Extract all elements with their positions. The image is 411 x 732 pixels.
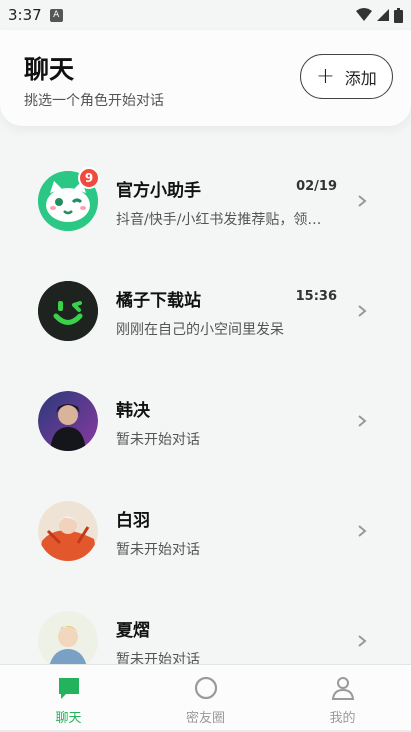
page-subtitle: 挑选一个角色开始对话 xyxy=(24,93,164,109)
chat-list: 9 官方小助手 02/19 抖音/快手/小红书发推荐贴，领… 橘子下载站 15:… xyxy=(0,146,411,664)
person-icon xyxy=(331,677,354,700)
smiley-logo-avatar xyxy=(38,281,98,341)
add-button[interactable]: + 添加 xyxy=(300,54,393,99)
chat-item-assistant[interactable]: 9 官方小助手 02/19 抖音/快手/小红书发推荐贴，领… xyxy=(0,146,411,256)
tab-me[interactable]: 我的 xyxy=(274,665,411,732)
status-time: 3:37 xyxy=(8,6,42,24)
chevron-right-icon xyxy=(358,415,367,427)
wifi-icon xyxy=(356,8,372,21)
add-button-label: 添加 xyxy=(344,68,377,88)
battery-icon xyxy=(394,7,403,23)
page-header: 聊天 挑选一个角色开始对话 + 添加 xyxy=(0,30,411,126)
chat-preview: 抖音/快手/小红书发推荐贴，领… xyxy=(116,212,322,228)
tab-label: 聊天 xyxy=(55,711,82,726)
chat-name: 夏熠 xyxy=(116,621,150,641)
character-avatar xyxy=(38,611,98,664)
notification-icon: A xyxy=(49,8,63,22)
chevron-right-icon xyxy=(358,635,367,647)
chevron-right-icon xyxy=(358,195,367,207)
status-icons xyxy=(356,7,403,23)
chevron-right-icon xyxy=(358,525,367,537)
character-avatar xyxy=(38,501,98,561)
chat-name: 橘子下载站 xyxy=(116,291,201,311)
chat-name: 韩决 xyxy=(116,401,150,421)
chat-preview: 暂未开始对话 xyxy=(116,542,200,558)
signal-icon xyxy=(377,9,389,21)
chat-item-juzi[interactable]: 橘子下载站 15:36 刚刚在自己的小空间里发呆 xyxy=(0,256,411,366)
chat-name: 官方小助手 xyxy=(116,181,201,201)
chat-date: 02/19 xyxy=(296,179,337,194)
status-bar: 3:37 A xyxy=(0,0,411,30)
bottom-tab-bar: 聊天 密友圈 我的 xyxy=(0,664,411,732)
chat-preview: 暂未开始对话 xyxy=(116,432,200,448)
plus-icon: + xyxy=(316,63,335,89)
tab-friends-circle[interactable]: 密友圈 xyxy=(137,665,274,732)
chat-bubble-icon xyxy=(58,678,79,699)
page-title: 聊天 xyxy=(24,55,75,84)
circle-icon xyxy=(194,676,217,700)
tab-label: 密友圈 xyxy=(185,711,225,726)
chat-item-xiayi[interactable]: 夏熠 暂未开始对话 xyxy=(0,586,411,664)
chat-name: 白羽 xyxy=(116,511,150,531)
chevron-right-icon xyxy=(358,305,367,317)
chat-item-baiyu[interactable]: 白羽 暂未开始对话 xyxy=(0,476,411,586)
unread-badge: 9 xyxy=(78,167,100,189)
chat-preview: 刚刚在自己的小空间里发呆 xyxy=(116,322,284,338)
tab-chat[interactable]: 聊天 xyxy=(0,665,137,732)
character-avatar xyxy=(38,391,98,451)
chat-preview: 暂未开始对话 xyxy=(116,652,200,664)
tab-label: 我的 xyxy=(329,711,356,726)
chat-date: 15:36 xyxy=(295,289,337,304)
chat-item-hanjue[interactable]: 韩决 暂未开始对话 xyxy=(0,366,411,476)
